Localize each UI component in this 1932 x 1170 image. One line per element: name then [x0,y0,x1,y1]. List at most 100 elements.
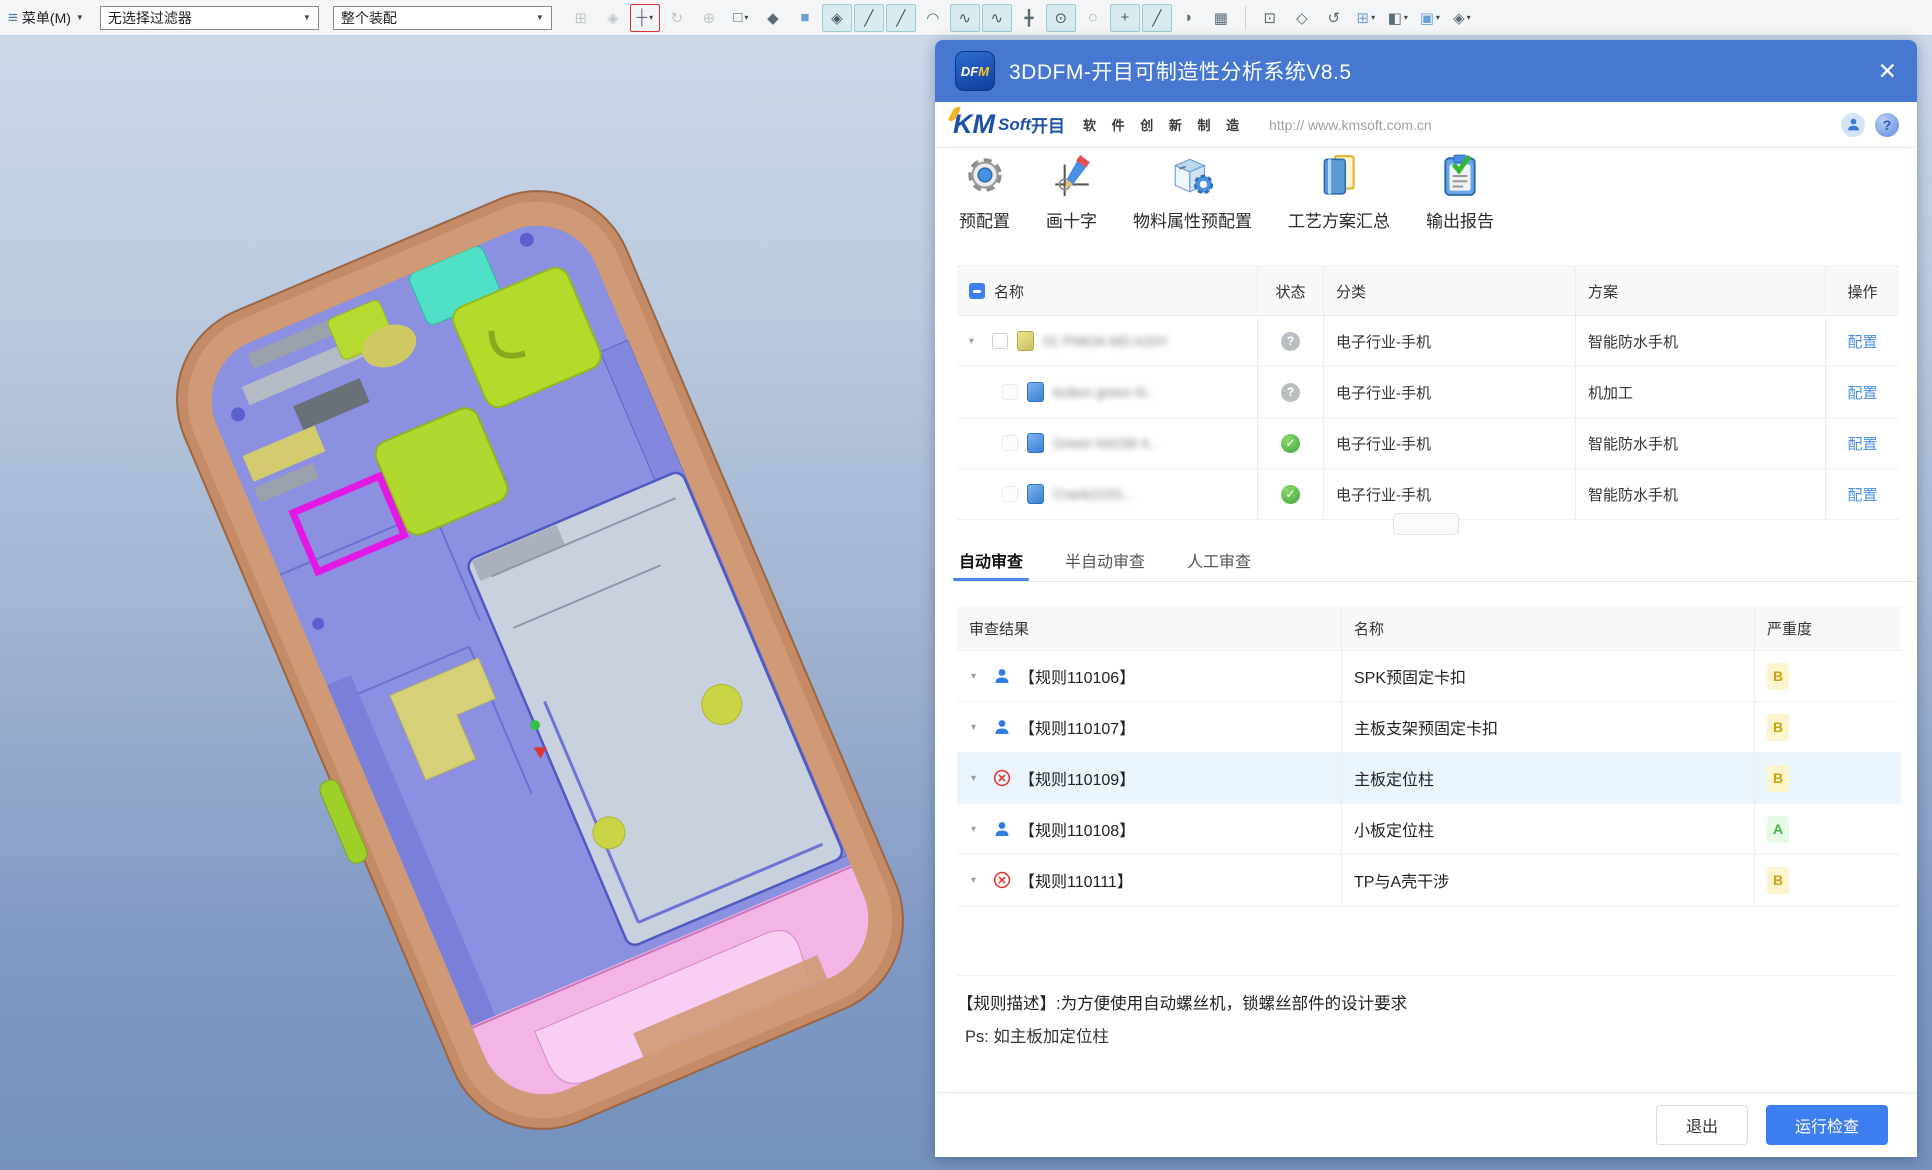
perspective-icon[interactable]: ◈▾ [1447,4,1477,32]
reviewer-user-icon [993,667,1011,685]
exit-button[interactable]: 退出 [1656,1105,1748,1145]
rule-id: 【规则110111】 [1019,868,1133,892]
circle-center-icon[interactable]: ⊙ [1046,4,1076,32]
user-account-icon[interactable] [1841,113,1865,137]
circle-points-icon[interactable]: ◌ [1078,4,1108,32]
category-cell: 电子行业-手机 [1324,469,1576,519]
marquee-select-icon[interactable]: □▾ [726,4,756,32]
output-report-button[interactable]: 输出报告 [1426,152,1494,232]
surface-icon[interactable]: ◗ [1174,4,1204,32]
fillet-arc-icon[interactable]: ◠ [918,4,948,32]
review-row[interactable]: ▾【规则110109】主板定位柱B [957,753,1901,804]
review-row[interactable]: ▾【规则110106】SPK预固定卡扣B [957,651,1901,702]
preconfig-button[interactable]: 预配置 [959,152,1010,232]
row-checkbox[interactable] [992,333,1008,349]
row-checkbox[interactable] [1002,435,1018,451]
rule-description-line1: 【规则描述】:为方便使用自动螺丝机，锁螺丝部件的设计要求 [957,990,1895,1014]
review-row[interactable]: ▾【规则110111】TP与A壳干涉B [957,855,1901,906]
dfm-analysis-dialog: DFM 3DDFM-开目可制造性分析系统V8.5 ✕ KM Soft 开目 软 … [935,40,1917,1157]
part-row[interactable]: ▾01 PN634 MD A33Y?电子行业-手机智能防水手机配置 [957,316,1899,367]
dropdown-caret-icon: ▾ [1467,13,1471,22]
pencil-cross-icon [1049,152,1095,198]
tab-semi-auto-review[interactable]: 半自动审查 [1063,544,1147,581]
kmsoft-logo-kaimu: 开目 [1031,112,1065,137]
filter-crosshair-icon[interactable]: ┼▾ [630,4,660,32]
sequence-icon[interactable]: ⊕ [694,4,724,32]
part-name-blurred: button green N.. [1053,384,1153,400]
app-menu-icon: ≡ [8,8,18,28]
part-row[interactable]: Green N4158 4..✓电子行业-手机智能防水手机配置 [957,418,1899,469]
status-unknown-icon: ? [1281,332,1300,351]
configure-link[interactable]: 配置 [1847,331,1877,352]
selection-filter-dropdown[interactable]: 无选择过滤器 ▼ [100,6,319,30]
material-preconfig-button[interactable]: 物料属性预配置 [1133,152,1252,232]
view-orient-icon[interactable]: ▣▾ [1415,4,1445,32]
plan-cell: 智能防水手机 [1576,316,1826,366]
column-header-category: 分类 [1336,281,1366,302]
line-icon[interactable]: ╱ [854,4,884,32]
layout-icon[interactable]: ⊞▾ [1351,4,1381,32]
configure-link[interactable]: 配置 [1847,484,1877,505]
tab-auto-review[interactable]: 自动审查 [957,544,1025,581]
part-name-blurred: Crank2233... [1053,486,1133,502]
status-ok-icon: ✓ [1281,485,1300,504]
part-name-cell: Crank2233... [957,469,1258,519]
segment-icon[interactable]: ╱ [1142,4,1172,32]
zoom-window-icon[interactable]: ⊡ [1255,4,1285,32]
kmsoft-logo-soft: Soft [998,115,1031,135]
row-checkbox[interactable] [1002,384,1018,400]
dropdown-caret-icon: ▼ [536,13,544,22]
studio-spline-icon[interactable]: ∿ [950,4,980,32]
expand-caret-icon[interactable]: ▾ [971,875,985,886]
line-alt-icon[interactable]: ╱ [886,4,916,32]
point-cross-icon[interactable]: ╋ [1014,4,1044,32]
review-row[interactable]: ▾【规则110107】主板支架预固定卡扣B [957,702,1901,753]
render-style-icon[interactable]: ◧▾ [1383,4,1413,32]
assembly-constraints-icon[interactable]: ⊞ [566,4,596,32]
expand-caret-icon[interactable]: ▾ [971,671,985,682]
part-row[interactable]: button green N..?电子行业-手机机加工配置 [957,367,1899,418]
shaded-solid-icon[interactable]: ◆ [758,4,788,32]
curve-icon[interactable]: ∿ [982,4,1012,32]
draw-cross-button[interactable]: 画十字 [1046,152,1097,232]
column-header-action: 操作 [1847,281,1877,302]
pan-icon[interactable]: ◇ [1287,4,1317,32]
configure-link[interactable]: 配置 [1847,433,1877,454]
application-window: ≡ 菜单(M) ▼ 无选择过滤器 ▼ 整个装配 ▼ ⊞◈┼▾↻⊕□▾◆■◈╱╱◠… [0,0,1932,1170]
select-all-checkbox[interactable] [969,283,985,299]
close-icon[interactable]: ✕ [1878,60,1897,83]
move-component-icon[interactable]: ◈ [598,4,628,32]
help-icon[interactable]: ? [1875,113,1899,137]
assembly-scope-dropdown[interactable]: 整个装配 ▼ [333,6,552,30]
solid-cube-icon[interactable]: ■ [790,4,820,32]
move-face-icon[interactable]: ◈ [822,4,852,32]
dropdown-caret-icon: ▾ [1404,13,1408,22]
expand-caret-icon[interactable]: ▾ [971,773,985,784]
plus-icon[interactable]: + [1110,4,1140,32]
rotate-view-icon[interactable]: ↺ [1319,4,1349,32]
panel-collapse-handle[interactable] [1393,513,1459,535]
tab-manual-review[interactable]: 人工审查 [1185,544,1253,581]
grid-icon[interactable]: ▦ [1206,4,1236,32]
rule-description: 【规则描述】:为方便使用自动螺丝机，锁螺丝部件的设计要求 Ps: 如主板加定位柱 [957,975,1895,1047]
row-checkbox[interactable] [1002,486,1018,502]
phone-3d-model [0,36,935,1170]
expand-caret-icon[interactable]: ▾ [971,722,985,733]
expand-caret-icon[interactable]: ▾ [971,824,985,835]
run-check-button[interactable]: 运行检查 [1766,1105,1888,1145]
part-icon [1027,433,1044,453]
review-row[interactable]: ▾【规则110108】小板定位柱A [957,804,1901,855]
dialog-title-bar: DFM 3DDFM-开目可制造性分析系统V8.5 ✕ [935,40,1917,102]
expand-caret-icon[interactable]: ▾ [969,336,983,347]
reuse-library-icon[interactable]: ↻ [662,4,692,32]
configure-link[interactable]: 配置 [1847,382,1877,403]
brand-url: http:// www.kmsoft.com.cn [1269,117,1432,133]
dialog-action-bar: 预配置 画十字 [959,152,1494,232]
menu-caret-icon: ▼ [76,13,84,22]
menu-button[interactable]: 菜单(M) ▼ [22,8,84,28]
column-header-review-result: 审查结果 [969,618,1029,639]
part-name-cell: Green N4158 4.. [957,418,1258,468]
severity-badge: B [1767,867,1789,894]
rule-name-cell: 主板定位柱 [1342,753,1755,803]
process-plan-summary-button[interactable]: 工艺方案汇总 [1288,152,1390,232]
